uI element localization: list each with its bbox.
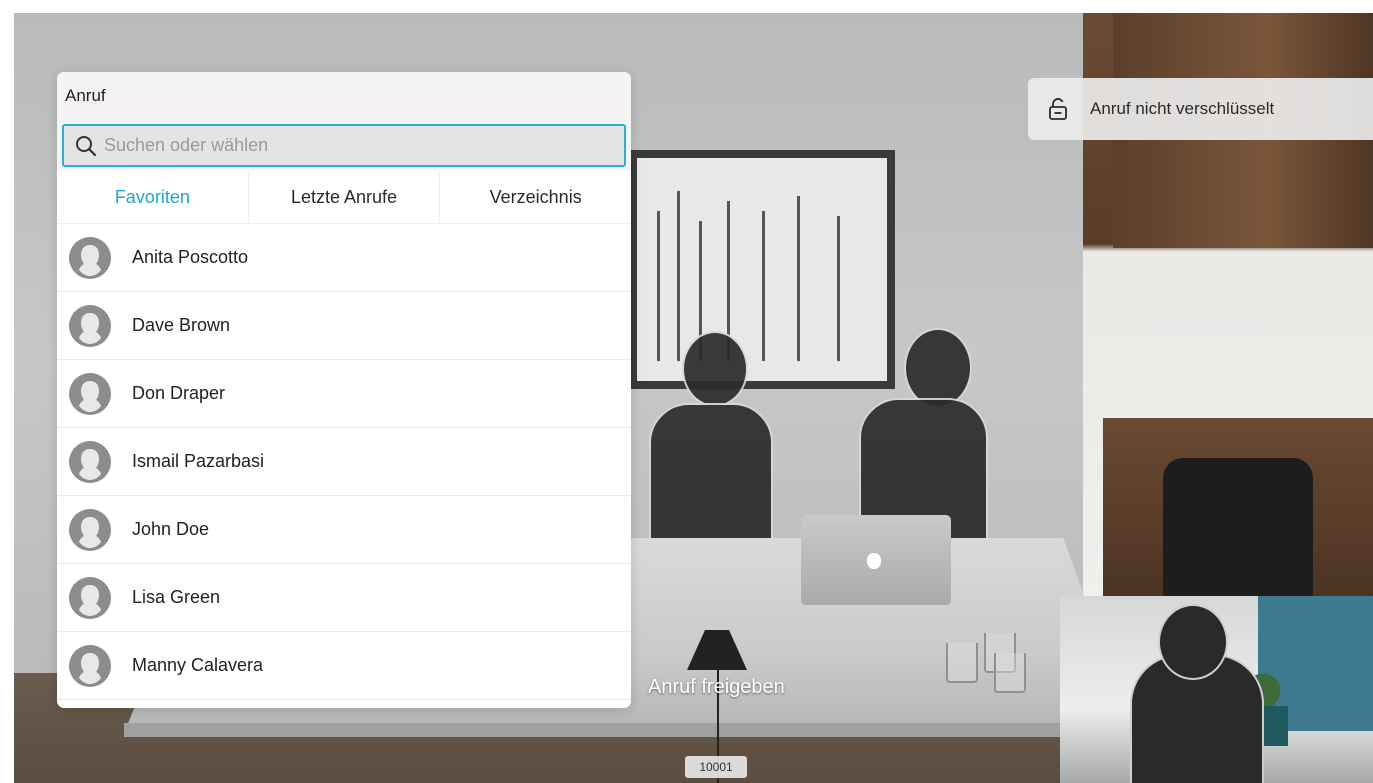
scene-picture [629, 150, 895, 389]
share-call-label: Anruf freigeben [648, 676, 785, 698]
call-number-badge: 10001 [685, 756, 747, 778]
contact-item[interactable]: Dave Brown [57, 292, 631, 360]
tab-verzeichnis[interactable]: Verzeichnis [440, 171, 631, 223]
tab-favoriten[interactable]: Favoriten [57, 171, 249, 223]
tab-letzte-anrufe[interactable]: Letzte Anrufe [249, 171, 441, 223]
contact-item[interactable]: Don Draper [57, 360, 631, 428]
contact-item[interactable]: John Doe [57, 496, 631, 564]
contact-item[interactable]: Anita Poscotto [57, 224, 631, 292]
contact-name: Ismail Pazarbasi [132, 451, 265, 471]
call-panel-header: Anruf [57, 72, 631, 124]
avatar-icon [69, 508, 111, 551]
contact-name: John Doe [132, 519, 210, 539]
call-panel-title: Anruf [65, 86, 106, 105]
search-box[interactable] [62, 124, 626, 167]
avatar-icon [69, 372, 111, 415]
contact-name: Lisa Green [132, 587, 221, 607]
contact-item[interactable]: Manny Calavera [57, 632, 631, 700]
avatar-icon [69, 644, 111, 687]
unlocked-icon [1049, 98, 1067, 120]
contact-list: Anita Poscotto Dave Brown Don Draper Ism… [57, 224, 631, 700]
scene-laptop [801, 515, 951, 605]
encryption-status-badge: Anruf nicht verschlüsselt [1028, 78, 1373, 140]
avatar-icon [69, 440, 111, 483]
participant-silhouette [649, 403, 773, 547]
search-input[interactable] [102, 125, 624, 166]
contact-name: Don Draper [132, 383, 226, 403]
participant-silhouette [682, 331, 748, 407]
call-tabs: Favoriten Letzte Anrufe Verzeichnis [57, 171, 631, 224]
contact-name: Anita Poscotto [132, 247, 249, 267]
contact-name: Dave Brown [132, 315, 231, 335]
participant-silhouette [904, 328, 972, 408]
search-icon [76, 135, 97, 156]
self-view[interactable] [1060, 596, 1373, 783]
contact-name: Manny Calavera [132, 655, 264, 675]
avatar-icon [69, 304, 111, 347]
contact-item[interactable]: Ismail Pazarbasi [57, 428, 631, 496]
call-panel: Anruf Favoriten Letzte Anrufe Verzeichni… [57, 72, 631, 708]
encryption-status-label: Anruf nicht verschlüsselt [1090, 99, 1275, 118]
avatar-icon [69, 236, 111, 279]
contact-item[interactable]: Lisa Green [57, 564, 631, 632]
avatar-icon [69, 576, 111, 619]
